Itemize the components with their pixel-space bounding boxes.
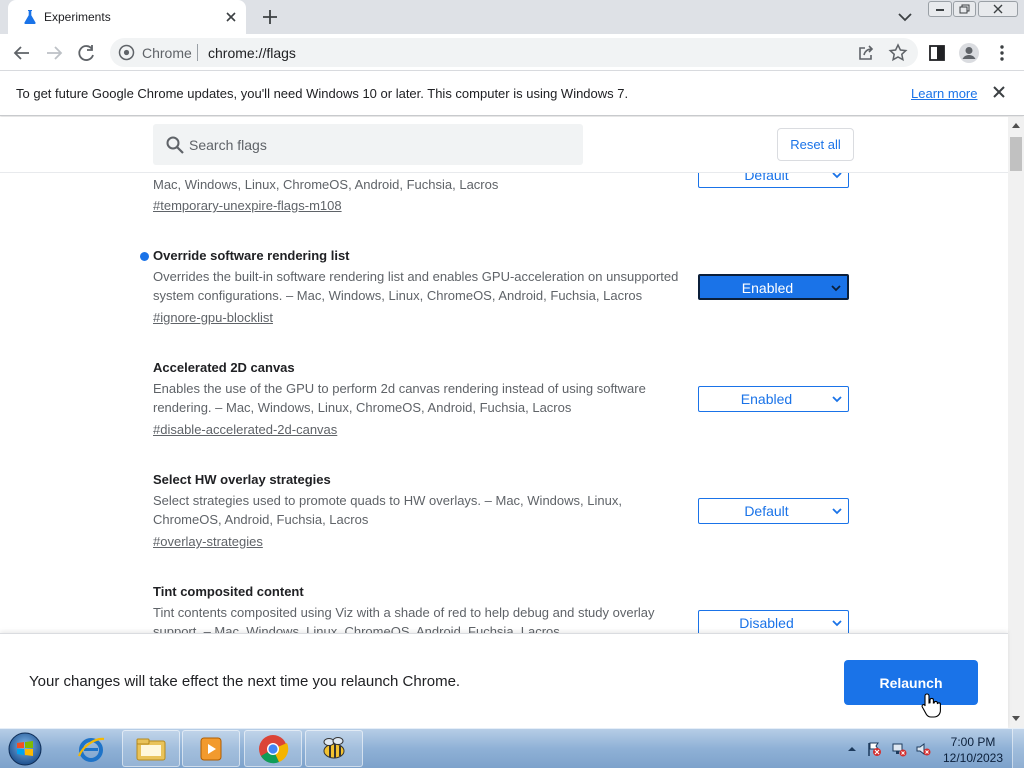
select-value: Enabled: [740, 391, 793, 407]
close-icon[interactable]: [222, 8, 240, 26]
side-panel-icon[interactable]: [926, 42, 948, 64]
clock-date[interactable]: 12/10/2023: [940, 751, 1006, 765]
experiment-description: Select strategies used to promote quads …: [153, 493, 622, 527]
select-value: Default: [744, 503, 789, 519]
bee-app-icon: [323, 736, 345, 758]
experiment-title: Override software rendering list: [153, 248, 350, 263]
experiment-description: Tint contents composited using Viz with …: [153, 605, 655, 633]
experiment-description: Enables the use of the GPU to perform 2d…: [153, 381, 646, 415]
flags-page: Reset all Mac, Windows, Linux, ChromeOS,…: [0, 117, 1008, 633]
experiment-select[interactable]: Default: [698, 498, 849, 524]
experiment-link[interactable]: #overlay-strategies: [153, 534, 263, 549]
restore-icon: [959, 4, 969, 14]
flask-icon: [24, 10, 36, 24]
reset-all-button[interactable]: Reset all: [777, 128, 854, 161]
scroll-thumb[interactable]: [1010, 137, 1022, 171]
show-desktop-button[interactable]: [1012, 729, 1024, 769]
action-center-flag-icon[interactable]: [866, 741, 882, 757]
chrome-icon: [259, 734, 289, 763]
scroll-down-arrow-icon[interactable]: [1011, 715, 1021, 723]
relaunch-bar: Your changes will take effect the next t…: [0, 633, 1008, 728]
experiment-title: Select HW overlay strategies: [153, 472, 331, 487]
experiment-row: Select HW overlay strategies Select stra…: [0, 461, 1008, 571]
experiment-link[interactable]: #temporary-unexpire-flags-m108: [153, 198, 342, 213]
experiment-select[interactable]: Enabled: [698, 386, 849, 412]
volume-muted-icon[interactable]: [915, 741, 931, 757]
bookmark-star-icon[interactable]: [887, 42, 909, 64]
chevron-down-icon: [831, 285, 841, 292]
experiment-row: Accelerated 2D canvas Enables the use of…: [0, 349, 1008, 459]
taskbar-app[interactable]: [305, 730, 363, 767]
tab-experiments[interactable]: Experiments: [8, 0, 246, 34]
media-player-icon: [200, 737, 222, 760]
toolbar: Chrome chrome://flags: [0, 34, 1024, 71]
divider: [197, 44, 198, 61]
experiment-title: Tint composited content: [153, 584, 304, 599]
relaunch-message: Your changes will take effect the next t…: [29, 673, 461, 690]
profile-avatar-icon[interactable]: [958, 42, 980, 64]
file-explorer-icon: [136, 738, 166, 760]
share-icon[interactable]: [855, 42, 877, 64]
experiment-description: Mac, Windows, Linux, ChromeOS, Android, …: [153, 177, 499, 192]
modified-indicator: [140, 252, 149, 261]
infobar-message: To get future Google Chrome updates, you…: [16, 86, 629, 101]
forward-arrow-icon[interactable]: [43, 42, 65, 64]
scheme-label: Chrome: [142, 45, 192, 61]
back-arrow-icon[interactable]: [11, 42, 33, 64]
tab-title: Experiments: [44, 10, 111, 24]
select-value: Disabled: [739, 615, 794, 631]
menu-dots-icon[interactable]: [991, 42, 1013, 64]
internet-explorer-icon: [77, 737, 105, 762]
chevron-down-icon: [832, 396, 842, 403]
relaunch-button[interactable]: Relaunch: [844, 660, 978, 705]
network-icon[interactable]: [891, 741, 907, 757]
update-infobar: To get future Google Chrome updates, you…: [0, 71, 1024, 116]
start-button-icon[interactable]: [5, 730, 45, 768]
search-header: Reset all: [0, 117, 1008, 173]
experiment-row: Tint composited content Tint contents co…: [0, 573, 1008, 633]
taskbar: 7:00 PM 12/10/2023: [0, 728, 1024, 769]
experiment-select[interactable]: Enabled: [698, 274, 849, 300]
page-scrollbar[interactable]: [1008, 117, 1024, 728]
tab-search-chevron-icon[interactable]: [895, 8, 915, 26]
restore-button[interactable]: [953, 1, 976, 17]
chevron-down-icon: [832, 508, 842, 515]
taskbar-app[interactable]: [62, 730, 120, 767]
scroll-up-arrow-icon[interactable]: [1011, 121, 1021, 129]
chevron-down-icon: [832, 620, 842, 627]
close-window-button[interactable]: [978, 1, 1018, 17]
experiment-select[interactable]: Disabled: [698, 610, 849, 633]
experiment-title: Accelerated 2D canvas: [153, 360, 295, 375]
taskbar-app[interactable]: [244, 730, 302, 767]
reload-icon[interactable]: [75, 42, 97, 64]
search-input[interactable]: [189, 134, 569, 156]
close-icon[interactable]: [990, 83, 1008, 101]
new-tab-icon[interactable]: [259, 6, 281, 28]
search-icon: [166, 136, 184, 154]
chrome-page-icon[interactable]: [118, 44, 135, 61]
url-text[interactable]: chrome://flags: [208, 45, 296, 61]
address-bar[interactable]: Chrome chrome://flags: [110, 38, 918, 67]
experiment-link[interactable]: #disable-accelerated-2d-canvas: [153, 422, 337, 437]
close-window-icon: [993, 4, 1003, 14]
experiment-description: Overrides the built-in software renderin…: [153, 269, 679, 303]
select-value: Enabled: [741, 280, 794, 296]
learn-more-link[interactable]: Learn more: [911, 86, 977, 101]
experiment-link[interactable]: #ignore-gpu-blocklist: [153, 310, 273, 325]
taskbar-app[interactable]: [182, 730, 240, 767]
clock-time[interactable]: 7:00 PM: [940, 735, 1006, 749]
search-box[interactable]: [153, 124, 583, 165]
minimize-icon: [936, 9, 944, 11]
taskbar-app[interactable]: [122, 730, 180, 767]
tab-strip: Experiments: [0, 0, 1024, 34]
experiment-row: Override software rendering list Overrid…: [0, 237, 1008, 347]
minimize-button[interactable]: [928, 1, 952, 17]
show-hidden-icons-icon[interactable]: [844, 741, 860, 757]
hand-cursor-icon: [921, 693, 941, 718]
